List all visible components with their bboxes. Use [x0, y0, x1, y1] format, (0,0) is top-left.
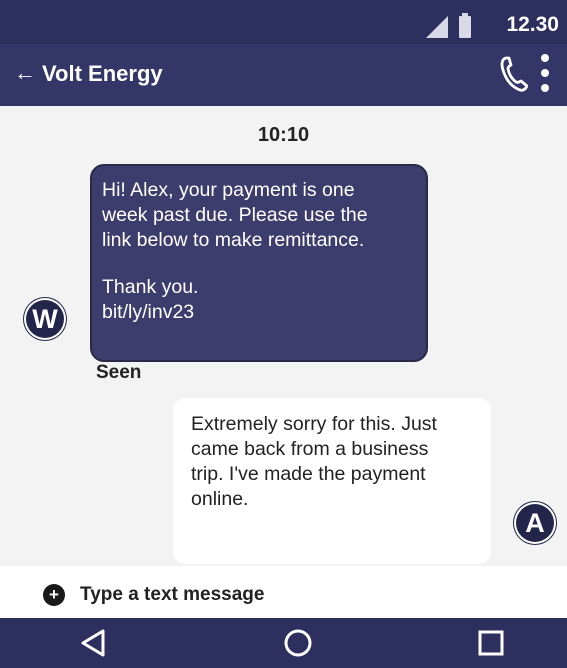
message-input[interactable]	[80, 581, 520, 609]
message-closing: Thank you.	[102, 276, 199, 298]
message-composer: +	[0, 566, 567, 618]
incoming-message-bubble[interactable]: Hi! Alex, your payment is one week past …	[90, 164, 428, 362]
app-bar: ← Volt Energy	[0, 44, 567, 106]
chat-area[interactable]: 10:10 Hi! Alex, your payment is one week…	[0, 106, 567, 566]
status-bar: 12.30	[0, 0, 567, 44]
battery-icon	[459, 13, 471, 38]
signal-icon	[426, 16, 448, 38]
home-circle-icon[interactable]	[283, 628, 313, 658]
user-avatar: A	[516, 504, 554, 542]
message-timestamp: 10:10	[257, 124, 310, 146]
seen-indicator: Seen	[96, 362, 142, 383]
conversation-title: Volt Energy	[42, 61, 163, 86]
outgoing-message-bubble[interactable]: Extremely sorry for this. Just came back…	[173, 398, 491, 564]
message-line: trip. I've made the payment	[191, 463, 426, 485]
add-attachment-icon[interactable]: +	[43, 584, 65, 606]
recents-square-icon[interactable]	[477, 628, 505, 658]
message-line: week past due. Please use the	[102, 204, 368, 226]
message-line: link below to make remittance.	[102, 229, 365, 251]
message-line: online.	[191, 488, 249, 510]
more-options-icon[interactable]	[538, 54, 552, 94]
status-time: 12.30	[506, 13, 559, 36]
payment-link[interactable]: bit/ly/inv23	[102, 300, 402, 325]
message-line: Extremely sorry for this. Just	[191, 413, 437, 435]
navigation-bar	[0, 618, 567, 668]
back-triangle-icon[interactable]	[80, 628, 106, 658]
sender-avatar: W	[26, 300, 64, 338]
message-line: came back from a business	[191, 438, 429, 460]
message-line: Hi! Alex, your payment is one	[102, 179, 355, 201]
phone-icon[interactable]	[500, 56, 528, 92]
back-arrow-icon[interactable]: ←	[14, 60, 36, 86]
